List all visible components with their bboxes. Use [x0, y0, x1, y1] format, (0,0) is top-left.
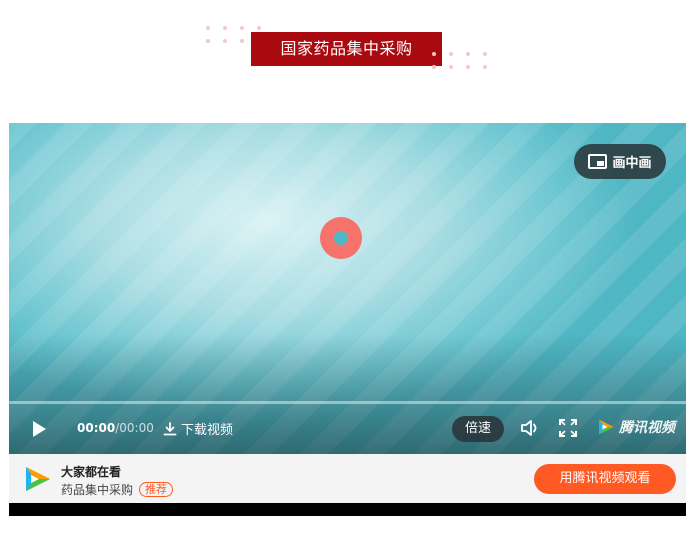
download-icon	[163, 421, 177, 435]
tencent-video-logo-icon	[599, 419, 614, 435]
time-current: 00:00	[77, 421, 116, 435]
brand-label: 腾讯视频	[619, 420, 675, 436]
bottom-divider	[9, 503, 686, 516]
time-total: 00:00	[119, 421, 154, 435]
volume-icon[interactable]	[519, 417, 541, 439]
page-title: 国家药品集中采购	[251, 32, 442, 66]
header: 国家药品集中采购	[0, 0, 692, 110]
tencent-video-brand[interactable]: 腾讯视频	[597, 417, 675, 437]
pip-label: 画中画	[612, 156, 652, 171]
download-label: 下载视频	[181, 423, 234, 438]
promo-bar: 大家都在看 药品集中采购 推荐 用腾讯视频观看	[9, 454, 686, 503]
tencent-video-logo-icon	[26, 467, 50, 491]
promo-subtitle-row: 药品集中采购 推荐	[61, 481, 174, 498]
play-icon[interactable]	[29, 419, 49, 439]
promo-title: 大家都在看	[61, 465, 122, 479]
pip-button[interactable]: 画中画	[574, 144, 666, 179]
promo-subtitle: 药品集中采购	[61, 483, 134, 497]
loading-spinner	[320, 217, 362, 259]
recommend-badge: 推荐	[139, 482, 174, 497]
time-display: 00:00/00:00	[77, 421, 154, 435]
pip-icon	[588, 154, 608, 169]
speed-button[interactable]: 倍速	[452, 416, 504, 442]
fullscreen-icon[interactable]	[558, 418, 578, 438]
decorative-dots-right	[432, 52, 487, 69]
spinner-core	[334, 231, 348, 245]
video-player[interactable]: 画中画 00:00/00:00 下载视频 倍速 腾讯视频	[9, 123, 686, 454]
watch-in-app-button[interactable]: 用腾讯视频观看	[534, 464, 676, 494]
control-bar: 00:00/00:00 下载视频 倍速 腾讯视频	[9, 404, 686, 454]
download-button[interactable]: 下载视频	[163, 419, 233, 438]
